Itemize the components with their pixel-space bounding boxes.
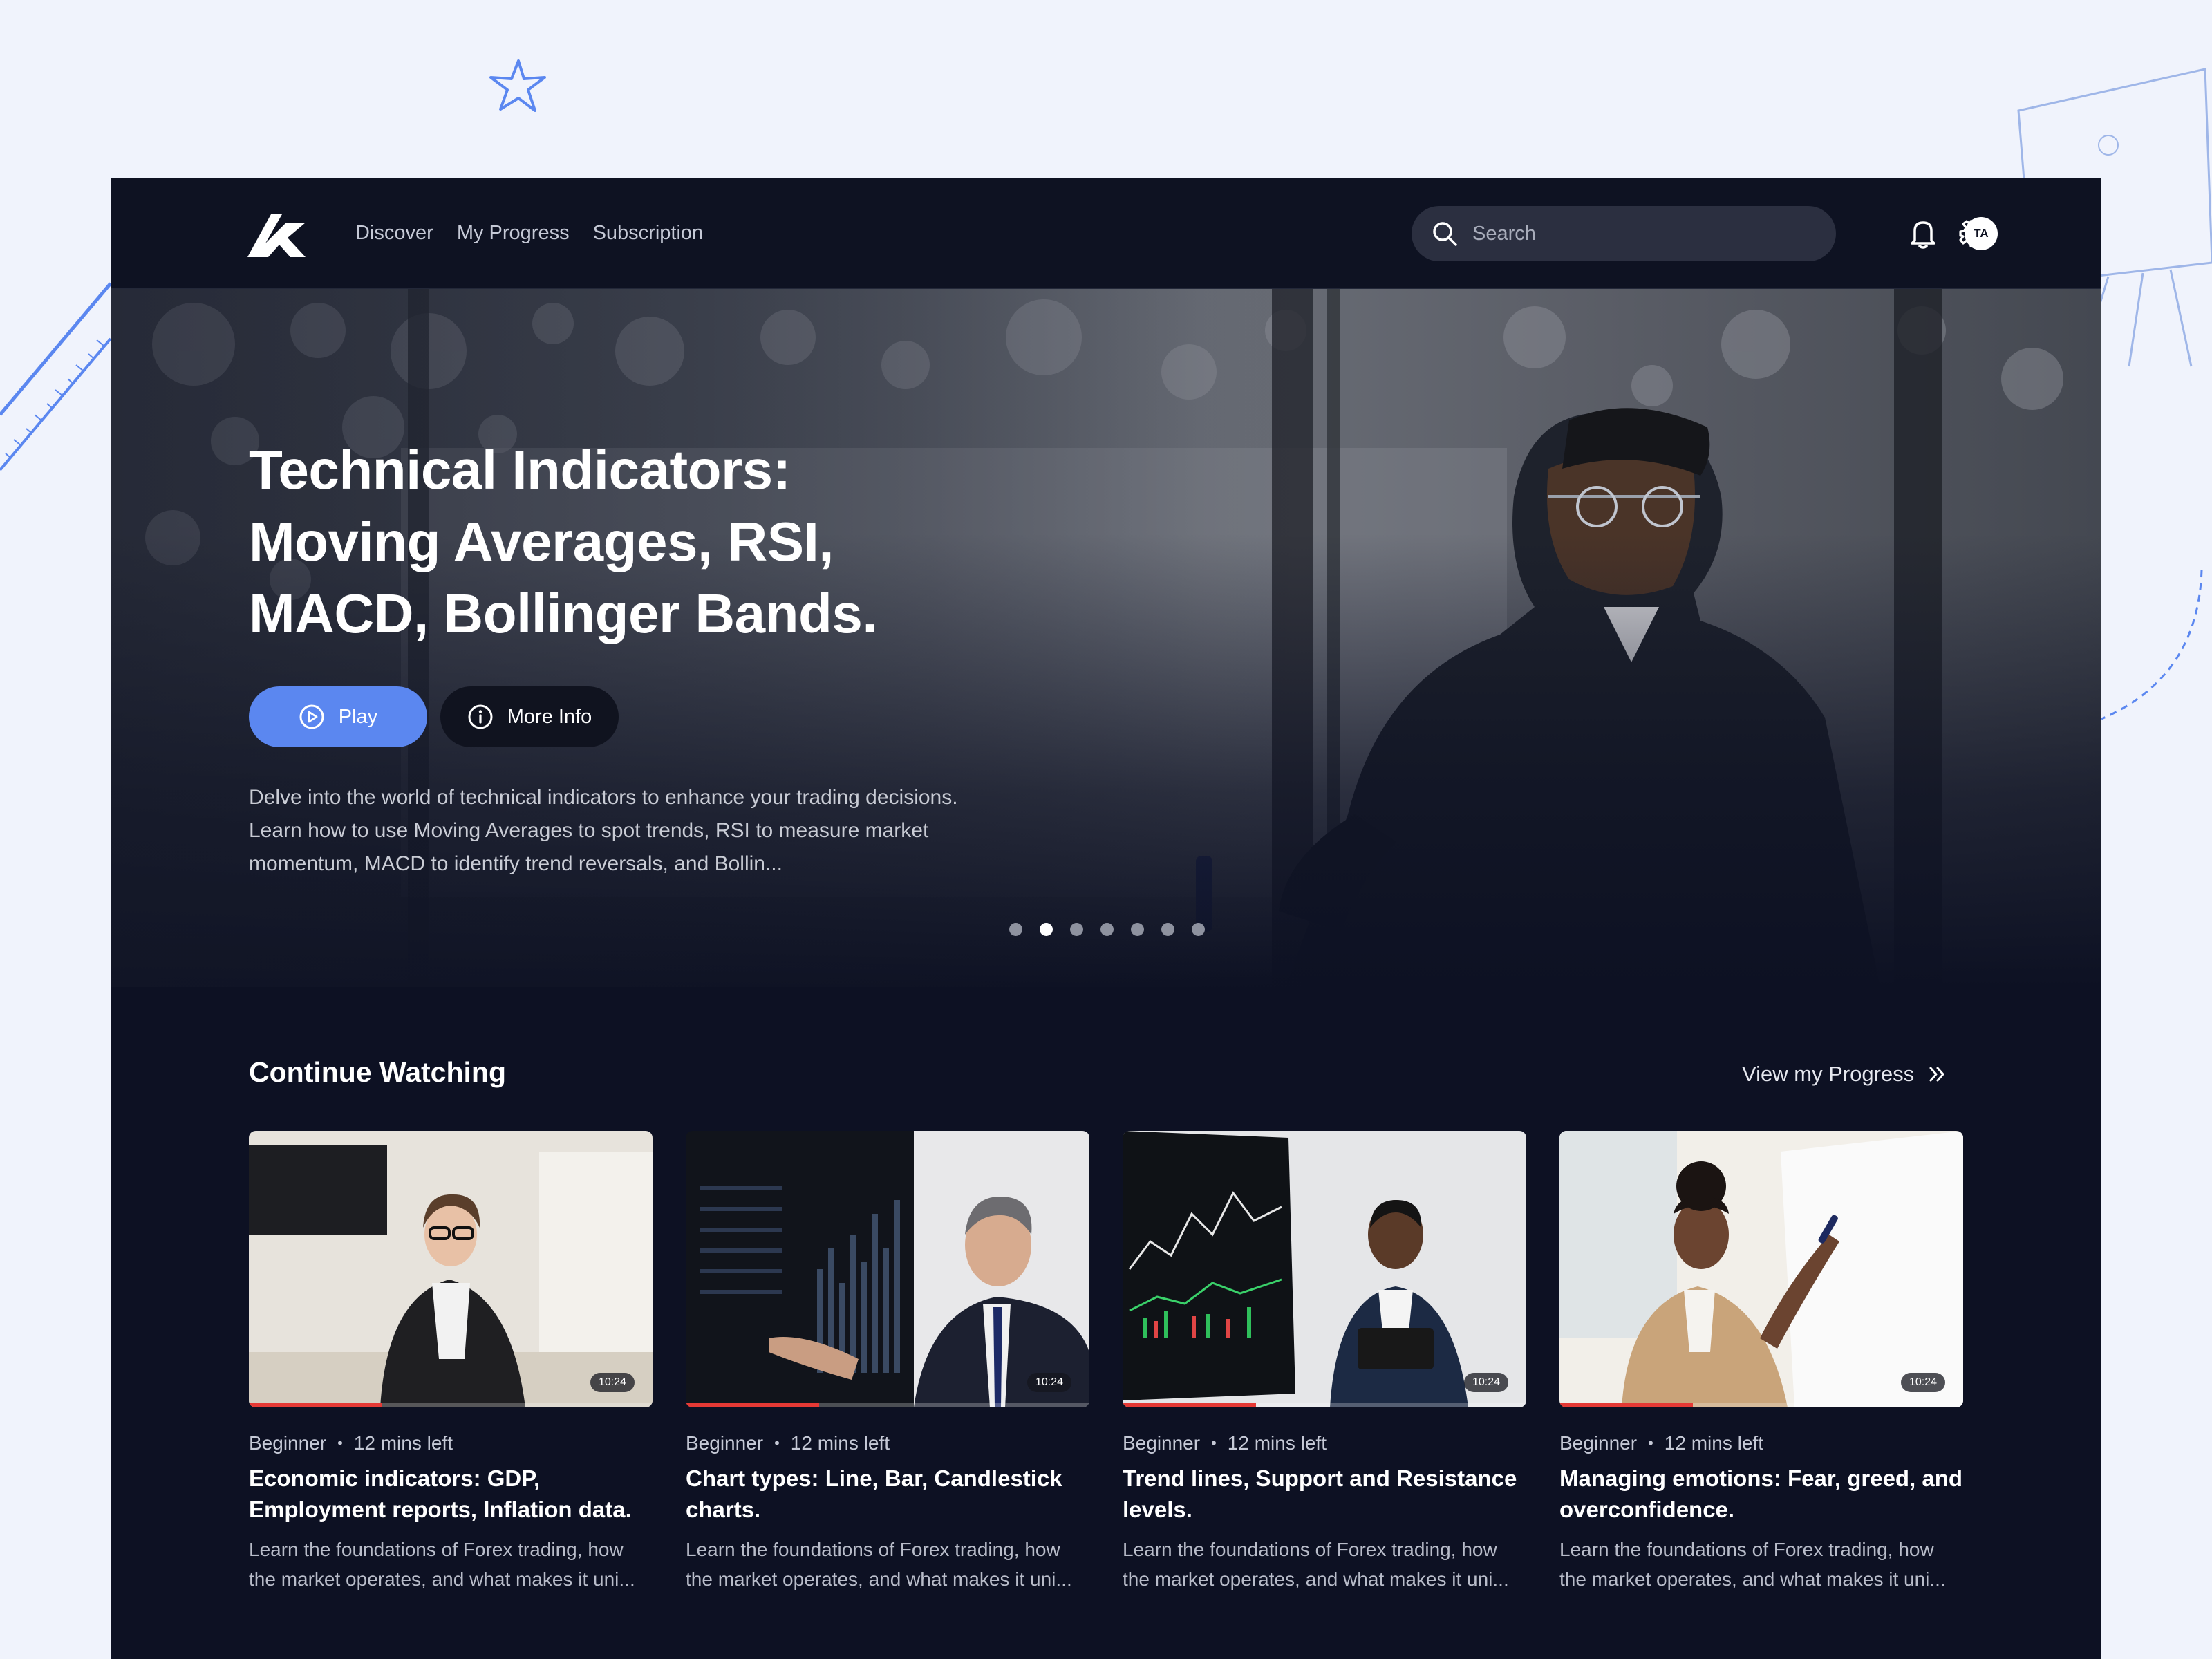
video-level: Beginner [686, 1432, 764, 1454]
hero-title-line: MACD, Bollinger Bands. [249, 583, 878, 644]
carousel-dot[interactable] [1192, 923, 1205, 936]
video-time-left: 12 mins left [353, 1432, 453, 1454]
carousel-dot[interactable] [1009, 923, 1022, 936]
video-title[interactable]: Chart types: Line, Bar, Candlestick char… [686, 1463, 1089, 1525]
video-meta: Beginner • 12 mins left [1559, 1432, 1963, 1454]
video-description: Learn the foundations of Forex trading, … [249, 1539, 635, 1590]
play-button[interactable]: Play [249, 686, 427, 747]
video-card: 10:24 Beginner • 12 mins left Chart type… [686, 1131, 1089, 1594]
carousel-dot[interactable] [1070, 923, 1083, 936]
video-meta: Beginner • 12 mins left [686, 1432, 1089, 1454]
more-info-button[interactable]: More Info [440, 686, 619, 747]
meta-separator-icon: • [337, 1434, 343, 1452]
k-logo-icon[interactable] [247, 207, 306, 257]
video-thumbnail[interactable]: 10:24 [1123, 1131, 1526, 1407]
app-window: Discover My Progress Subscription TA [111, 178, 2101, 1659]
nav-link-discover[interactable]: Discover [355, 222, 433, 245]
meta-separator-icon: • [774, 1434, 780, 1452]
carousel-dot[interactable] [1100, 923, 1114, 936]
star-doodle-icon [489, 59, 546, 112]
video-duration: 10:24 [1900, 1373, 1945, 1392]
video-title[interactable]: Trend lines, Support and Resistance leve… [1123, 1463, 1526, 1525]
play-button-label: Play [338, 705, 378, 728]
video-time-left: 12 mins left [1664, 1432, 1763, 1454]
carousel-dot[interactable] [1131, 923, 1144, 936]
nav-link-my-progress[interactable]: My Progress [457, 222, 570, 245]
video-thumbnail[interactable]: 10:24 [1559, 1131, 1963, 1407]
view-progress-label: View my Progress [1742, 1062, 1915, 1086]
video-card: 10:24 Beginner • 12 mins left Trend line… [1123, 1131, 1526, 1594]
hero-title: Technical Indicators: Moving Averages, R… [249, 434, 1009, 650]
video-level: Beginner [249, 1432, 327, 1454]
video-thumbnail[interactable]: 10:24 [249, 1131, 653, 1407]
user-avatar[interactable]: TA [1965, 217, 1998, 250]
dashed-curve-doodle-icon [2101, 570, 2203, 720]
carousel-dot[interactable] [1161, 923, 1174, 936]
info-circle-icon [468, 704, 493, 729]
top-navbar: Discover My Progress Subscription TA [111, 178, 2101, 289]
double-chevron-right-icon [1929, 1067, 1944, 1082]
search-icon [1433, 222, 1457, 246]
view-progress-link[interactable]: View my Progress [1742, 1062, 1946, 1087]
watch-progress-fill [249, 1403, 382, 1407]
video-description: Learn the foundations of Forex trading, … [1559, 1539, 1946, 1590]
video-title[interactable]: Economic indicators: GDP, Employment rep… [249, 1463, 653, 1525]
hero-title-line: Moving Averages, RSI, [249, 511, 834, 572]
continue-watching-heading: Continue Watching [249, 1056, 506, 1088]
video-duration: 10:24 [1463, 1373, 1508, 1392]
carousel-dot-active[interactable] [1040, 923, 1053, 936]
video-title[interactable]: Managing emotions: Fear, greed, and over… [1559, 1463, 1963, 1525]
video-meta: Beginner • 12 mins left [1123, 1432, 1526, 1454]
nav-link-subscription[interactable]: Subscription [593, 222, 704, 245]
meta-separator-icon: • [1211, 1434, 1217, 1452]
search-bar [1412, 206, 1836, 261]
search-input[interactable] [1471, 221, 1806, 246]
video-card: 10:24 Beginner • 12 mins left Managing e… [1559, 1131, 1963, 1594]
video-thumbnail[interactable]: 10:24 [686, 1131, 1089, 1407]
hero-banner: Technical Indicators: Moving Averages, R… [111, 289, 2101, 987]
video-level: Beginner [1123, 1432, 1201, 1454]
video-duration: 10:24 [590, 1373, 635, 1392]
video-level: Beginner [1559, 1432, 1638, 1454]
watch-progress-fill [1123, 1403, 1256, 1407]
video-time-left: 12 mins left [1227, 1432, 1327, 1454]
nav-links: Discover My Progress Subscription [355, 178, 703, 288]
video-duration: 10:24 [1027, 1373, 1071, 1392]
more-info-button-label: More Info [507, 705, 592, 728]
meta-separator-icon: • [1648, 1434, 1653, 1452]
bell-icon[interactable] [1906, 217, 1940, 250]
hero-description: Delve into the world of technical indica… [249, 786, 958, 875]
video-description: Learn the foundations of Forex trading, … [1123, 1539, 1509, 1590]
video-time-left: 12 mins left [790, 1432, 890, 1454]
play-circle-icon [299, 704, 324, 729]
video-card: 10:24 Beginner • 12 mins left Economic i… [249, 1131, 653, 1594]
watch-progress-fill [686, 1403, 819, 1407]
watch-progress-fill [1559, 1403, 1693, 1407]
carousel-dots [1009, 923, 1205, 936]
ruler-doodle-icon [0, 282, 112, 471]
hero-title-line: Technical Indicators: [249, 439, 791, 500]
video-meta: Beginner • 12 mins left [249, 1432, 653, 1454]
video-description: Learn the foundations of Forex trading, … [686, 1539, 1072, 1590]
